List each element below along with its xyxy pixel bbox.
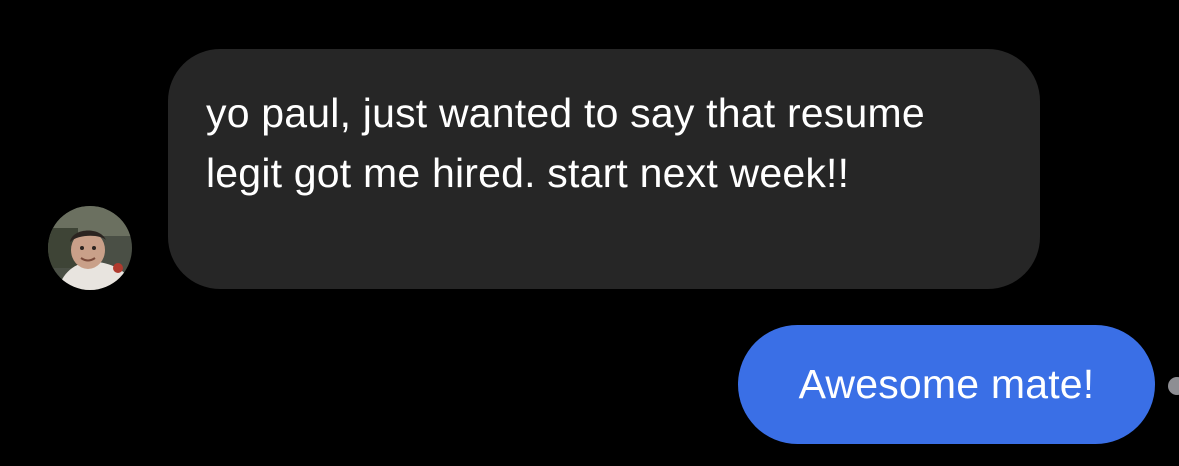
user-avatar-icon bbox=[48, 206, 132, 290]
received-message-bubble[interactable]: yo paul, just wanted to say that resume … bbox=[168, 49, 1040, 289]
sender-avatar[interactable] bbox=[48, 206, 132, 290]
message-status-dot-icon bbox=[1168, 377, 1179, 395]
sent-message-text: Awesome mate! bbox=[798, 361, 1095, 407]
received-message-text: yo paul, just wanted to say that resume … bbox=[206, 90, 925, 196]
sent-message-bubble[interactable]: Awesome mate! bbox=[738, 325, 1155, 444]
chat-thread: yo paul, just wanted to say that resume … bbox=[0, 0, 1179, 466]
